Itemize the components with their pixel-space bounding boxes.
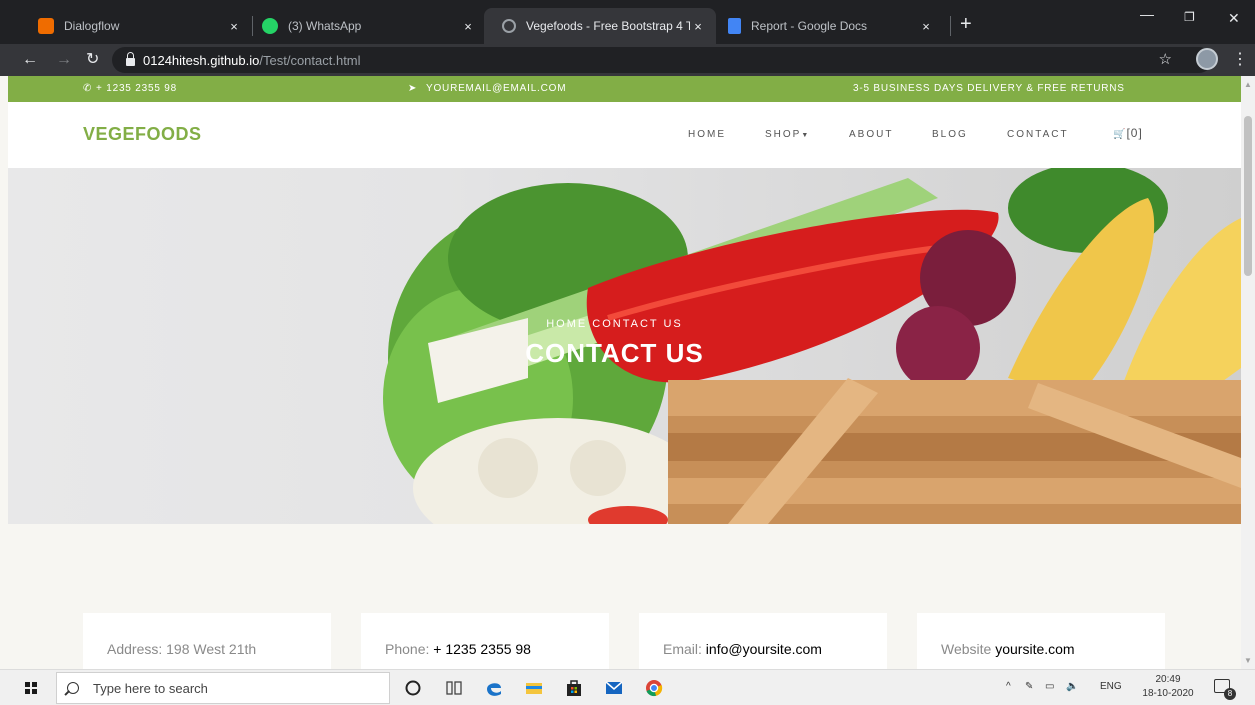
lock-icon (126, 52, 135, 66)
cart-count: [0] (1126, 126, 1143, 140)
close-icon[interactable]: × (918, 19, 934, 34)
windows-start-icon[interactable] (25, 682, 37, 694)
card-label: Email: (663, 641, 706, 657)
nav-about[interactable]: ABOUT (849, 129, 893, 140)
chrome-icon[interactable] (644, 678, 664, 698)
clock-date: 18-10-2020 (1142, 688, 1194, 699)
topbar-phone: + 1235 2355 98 (96, 83, 177, 94)
main-navbar: VEGEFOODS HOME SHOP▼ ABOUT BLOG CONTACT … (8, 102, 1241, 168)
tab-dialogflow[interactable]: Dialogflow × (20, 8, 252, 44)
tab-divider (950, 16, 951, 36)
url-host: 0124hitesh.github.io (143, 52, 260, 68)
tab-google-docs[interactable]: Report - Google Docs × (710, 8, 944, 44)
close-window-icon[interactable]: ✕ (1228, 10, 1240, 27)
menu-kebab-icon[interactable]: ⋮ (1232, 49, 1248, 69)
battery-icon[interactable]: ▭ (1045, 681, 1054, 692)
address-bar[interactable]: 0124hitesh.github.io/Test/contact.html ☆ (112, 47, 1212, 73)
search-icon (67, 682, 79, 694)
chevron-up-icon[interactable]: ^ (1006, 681, 1011, 692)
topbar-delivery: 3-5 BUSINESS DAYS DELIVERY & FREE RETURN… (853, 83, 1125, 94)
card-value[interactable]: yoursite.com (995, 641, 1074, 657)
close-icon[interactable]: × (690, 19, 706, 34)
phone-icon: ✆ (83, 83, 93, 94)
close-icon[interactable]: × (226, 19, 242, 34)
loading-icon (502, 19, 516, 33)
taskbar-search-input[interactable]: Type here to search (56, 672, 390, 704)
search-placeholder: Type here to search (93, 680, 208, 696)
card-value: 198 West 21th (166, 641, 257, 657)
scroll-thumb[interactable] (1244, 116, 1252, 276)
email-card: Email: info@yoursite.com (639, 613, 887, 669)
phone-card: Phone: + 1235 2355 98 (361, 613, 609, 669)
breadcrumb-home[interactable]: HOME (546, 318, 587, 330)
store-icon[interactable] (564, 678, 584, 698)
nav-shop-label: SHOP (765, 129, 802, 140)
file-explorer-icon[interactable] (524, 678, 544, 698)
cart-link[interactable]: 🛒[0] (1113, 126, 1143, 140)
minimize-icon[interactable]: — (1140, 6, 1154, 22)
breadcrumb: HOME CONTACT US (8, 318, 1241, 330)
bookmark-star-icon[interactable]: ☆ (1159, 47, 1172, 73)
nav-contact[interactable]: CONTACT (1007, 129, 1069, 140)
edge-icon[interactable] (484, 678, 504, 698)
clock-time: 20:49 (1155, 674, 1181, 685)
notification-count: 8 (1224, 688, 1236, 700)
page-viewport: ✆ + 1235 2355 98 ➤ YOUREMAIL@EMAIL.COM 3… (8, 76, 1241, 669)
language-indicator[interactable]: ENG (1100, 681, 1122, 692)
restore-icon[interactable]: ❐ (1184, 10, 1195, 24)
caret-down-icon: ▼ (801, 132, 809, 139)
card-value[interactable]: + 1235 2355 98 (433, 641, 531, 657)
card-label: Website (941, 641, 996, 657)
forward-icon[interactable]: → (56, 50, 72, 70)
scroll-up-icon[interactable]: ▲ (1244, 80, 1252, 89)
nav-home[interactable]: HOME (688, 129, 726, 140)
system-clock[interactable]: 20:49 18-10-2020 (1137, 673, 1199, 701)
windows-taskbar: Type here to search ^ ✎ ▭ 🔈 ENG 20:49 18… (0, 669, 1255, 705)
google-docs-icon (728, 18, 741, 34)
tab-title: Vegefoods - Free Bootstrap 4 Tem (526, 19, 690, 33)
card-label: Address: (107, 641, 167, 657)
brand-logo[interactable]: VEGEFOODS (83, 124, 202, 145)
cortana-icon[interactable] (403, 678, 423, 698)
profile-avatar[interactable] (1196, 48, 1218, 70)
website-card: Website yoursite.com (917, 613, 1165, 669)
nav-blog[interactable]: BLOG (932, 129, 968, 140)
cart-icon: 🛒 (1113, 129, 1127, 140)
back-icon[interactable]: ← (22, 50, 38, 70)
breadcrumb-current: CONTACT US (592, 318, 683, 330)
tab-vegefoods[interactable]: Vegefoods - Free Bootstrap 4 Tem × (484, 8, 716, 44)
card-value[interactable]: info@yoursite.com (706, 641, 822, 657)
close-icon[interactable]: × (460, 19, 476, 34)
url-path: /Test/contact.html (259, 52, 361, 68)
contact-info-section: Address: 198 West 21th Phone: + 1235 235… (8, 524, 1241, 669)
dialogflow-icon (38, 18, 54, 34)
browser-toolbar: ← → ↻ 0124hitesh.github.io/Test/contact.… (0, 44, 1255, 76)
page-scrollbar[interactable]: ▲ ▼ (1241, 76, 1255, 669)
browser-tab-strip: Dialogflow × (3) WhatsApp × Vegefoods - … (0, 0, 1255, 44)
new-tab-button[interactable]: + (960, 14, 972, 34)
scroll-down-icon[interactable]: ▼ (1244, 656, 1252, 665)
whatsapp-icon (262, 18, 278, 34)
nav-shop[interactable]: SHOP▼ (765, 129, 808, 140)
task-view-icon[interactable] (444, 678, 464, 698)
pen-icon[interactable]: ✎ (1025, 681, 1033, 692)
reload-icon[interactable]: ↻ (86, 50, 99, 70)
page-title: CONTACT US (525, 338, 704, 368)
address-card: Address: 198 West 21th (83, 613, 331, 669)
tab-title: (3) WhatsApp (288, 19, 362, 33)
volume-icon[interactable]: 🔈 (1066, 681, 1078, 692)
topbar-email: YOUREMAIL@EMAIL.COM (426, 83, 567, 94)
tab-whatsapp[interactable]: (3) WhatsApp × (244, 8, 486, 44)
card-label: Phone: (385, 641, 434, 657)
hero-banner: HOME CONTACT US CONTACT US (8, 168, 1241, 524)
paper-plane-icon: ➤ (408, 83, 418, 94)
tab-title: Report - Google Docs (751, 19, 868, 33)
mail-icon[interactable] (604, 678, 624, 698)
info-topbar: ✆ + 1235 2355 98 ➤ YOUREMAIL@EMAIL.COM 3… (8, 76, 1241, 102)
tab-title: Dialogflow (64, 19, 120, 33)
